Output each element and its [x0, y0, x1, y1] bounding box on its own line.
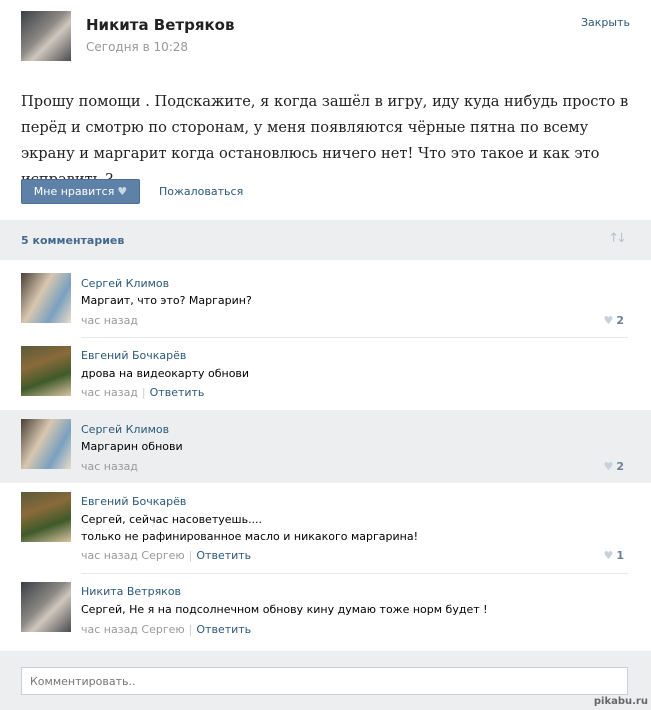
- avatar[interactable]: [21, 419, 71, 469]
- comment-meta: час назад Сергею | Ответить: [81, 623, 251, 636]
- comment-author[interactable]: Евгений Бочкарёв: [81, 349, 186, 362]
- comment-item: Евгений Бочкарёв Сергей, сейчас насовету…: [0, 484, 651, 574]
- reply-link[interactable]: Ответить: [196, 623, 251, 636]
- comment-text-line-2: только не рафинированное масло и никаког…: [81, 530, 419, 543]
- like-count: 1: [616, 549, 624, 562]
- separator: |: [188, 623, 193, 636]
- comment-meta: час назад Сергею | Ответить: [81, 549, 251, 562]
- comment-author[interactable]: Никита Ветряков: [81, 585, 181, 598]
- comment-meta: час назад: [81, 460, 138, 473]
- like-button-label: Мне нравится: [33, 185, 115, 198]
- comment-likes[interactable]: ♥ 1: [603, 549, 624, 562]
- comment-item: Сергей Климов Маргарин обнови час назад …: [0, 410, 651, 483]
- watermark: pikabu.ru: [593, 696, 648, 707]
- reply-to[interactable]: Сергею: [141, 623, 184, 636]
- comment-input[interactable]: [21, 667, 628, 695]
- comment-time[interactable]: час назад: [81, 386, 138, 399]
- like-count: 2: [616, 460, 624, 473]
- comment-meta: час назад: [81, 314, 138, 327]
- author-avatar[interactable]: [21, 11, 71, 61]
- comment-time[interactable]: час назад: [81, 549, 138, 562]
- comment-author[interactable]: Сергей Климов: [81, 423, 169, 436]
- comment-item: Евгений Бочкарёв дрова на видеокарту обн…: [0, 338, 651, 410]
- comment-likes[interactable]: ♥ 2: [603, 314, 624, 327]
- heart-icon: ♥: [603, 549, 614, 562]
- comment-text: Сергей, Не я на подсолнечном обнову кину…: [81, 603, 488, 616]
- heart-icon: ♥: [603, 460, 614, 473]
- comment-text: дрова на видеокарту обнови: [81, 367, 250, 380]
- sort-arrows-icon[interactable]: ↑↓: [608, 231, 627, 246]
- avatar[interactable]: [21, 582, 71, 632]
- like-button[interactable]: Мне нравится ♥: [21, 179, 140, 204]
- report-link[interactable]: Пожаловаться: [159, 185, 243, 198]
- avatar[interactable]: [21, 273, 71, 323]
- comment-item: Сергей Климов Маргаит, что это? Маргарин…: [0, 260, 651, 338]
- comment-time[interactable]: час назад: [81, 460, 138, 473]
- like-count: 2: [616, 314, 624, 327]
- comment-author[interactable]: Евгений Бочкарёв: [81, 495, 186, 508]
- post-text: Прошу помощи . Подскажите, я когда зашёл…: [21, 93, 629, 188]
- reply-link[interactable]: Ответить: [150, 386, 205, 399]
- post-body: Прошу помощи . Подскажите, я когда зашёл…: [0, 72, 651, 220]
- comment-likes[interactable]: ♥ 2: [603, 460, 624, 473]
- comment-item: Никита Ветряков Сергей, Не я на подсолне…: [0, 574, 651, 650]
- post-time: Сегодня в 10:28: [86, 40, 189, 54]
- reply-link[interactable]: Ответить: [196, 549, 251, 562]
- close-link[interactable]: Закрыть: [581, 16, 630, 29]
- avatar[interactable]: [21, 346, 71, 396]
- heart-icon: ♥: [117, 185, 128, 198]
- author-name[interactable]: Никита Ветряков: [86, 16, 234, 34]
- comment-meta: час назад | Ответить: [81, 386, 204, 399]
- comment-time[interactable]: час назад: [81, 623, 138, 636]
- separator: |: [141, 386, 146, 399]
- comments-count[interactable]: 5 комментариев: [21, 234, 124, 247]
- comment-time[interactable]: час назад: [81, 314, 138, 327]
- comments-header: 5 комментариев ↑↓: [0, 220, 651, 260]
- comment-text: Маргарин обнови: [81, 440, 183, 453]
- separator: |: [188, 549, 193, 562]
- reply-to[interactable]: Сергею: [141, 549, 184, 562]
- comment-text: Сергей, сейчас насоветуешь....: [81, 513, 263, 526]
- avatar[interactable]: [21, 492, 71, 542]
- comment-author[interactable]: Сергей Климов: [81, 277, 169, 290]
- post-header: Никита Ветряков Сегодня в 10:28 Закрыть: [0, 0, 651, 72]
- comment-text: Маргаит, что это? Маргарин?: [81, 294, 252, 307]
- heart-icon: ♥: [603, 314, 614, 327]
- comment-composer: pikabu.ru: [0, 651, 651, 710]
